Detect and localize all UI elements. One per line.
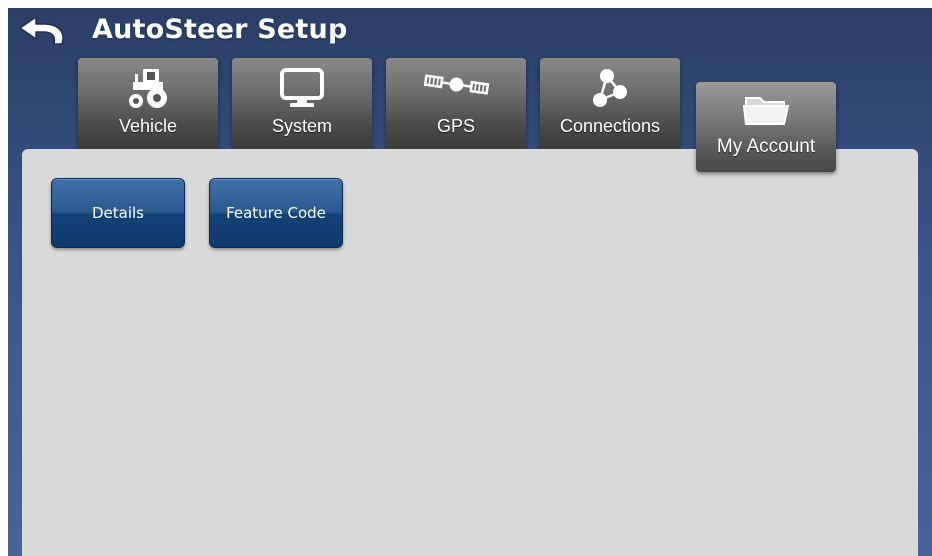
tab-label: Vehicle <box>118 116 178 136</box>
content-panel: Details Feature Code <box>22 149 918 556</box>
tab-gps[interactable]: GPS <box>386 58 526 150</box>
folder-icon <box>742 97 790 125</box>
tab-label: Connections <box>559 116 661 136</box>
back-button[interactable] <box>16 14 72 50</box>
tab-vehicle[interactable]: Vehicle <box>78 58 218 150</box>
feature-code-button[interactable]: Feature Code <box>209 178 343 248</box>
page-title: AutoSteer Setup <box>92 14 348 45</box>
tab-my-account[interactable]: My Account <box>696 82 836 172</box>
tab-connections[interactable]: Connections <box>540 58 680 150</box>
tab-label: GPS <box>436 116 475 136</box>
tab-system[interactable]: System <box>232 58 372 150</box>
tractor-icon <box>129 69 167 108</box>
back-arrow-icon <box>19 16 64 45</box>
satellite-icon <box>423 74 490 95</box>
title-bar: AutoSteer Setup <box>8 8 932 56</box>
network-icon <box>593 69 627 107</box>
tab-label: System <box>271 116 332 136</box>
app-screen: AutoSteer Setup Vehicle System GPS Conne… <box>8 8 932 556</box>
details-button-label: Details <box>91 204 144 222</box>
tab-label: My Account <box>716 136 816 157</box>
details-button[interactable]: Details <box>51 178 185 248</box>
monitor-icon <box>280 68 324 107</box>
feature-code-button-label: Feature Code <box>226 204 326 222</box>
